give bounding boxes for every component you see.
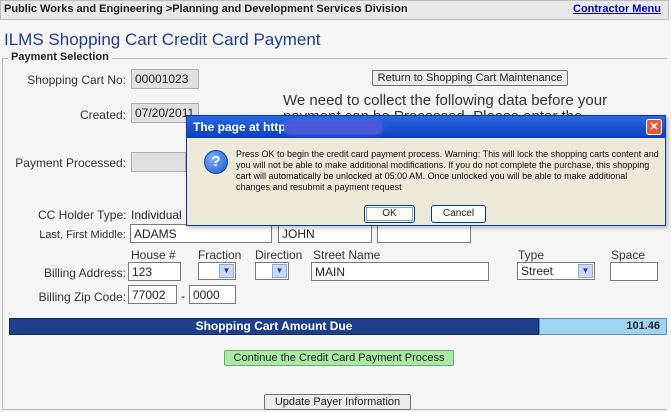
billing-zip-label: Billing Zip Code: xyxy=(38,290,126,304)
space-input[interactable] xyxy=(610,262,658,281)
street-type-select[interactable]: Street ▼ xyxy=(517,262,595,280)
amount-due-value: 101.46 xyxy=(539,318,667,335)
zip4-input[interactable]: 0000 xyxy=(189,285,236,304)
instruction-line-1: We need to collect the following data be… xyxy=(283,92,608,109)
street-type-header: Type xyxy=(518,248,545,262)
house-number-header: House # xyxy=(131,248,176,262)
fraction-select[interactable]: ▼ xyxy=(198,262,236,280)
amount-due-label: Shopping Cart Amount Due xyxy=(195,319,353,333)
house-number-input[interactable]: 123 xyxy=(128,262,181,281)
space-header: Space xyxy=(611,248,646,262)
cc-holder-type-label: CC Holder Type: xyxy=(38,208,127,222)
chevron-down-icon: ▼ xyxy=(272,264,287,278)
middle-name-input[interactable] xyxy=(377,224,471,243)
created-label: Created: xyxy=(79,108,126,122)
chevron-down-icon: ▼ xyxy=(219,264,234,278)
dialog-message: Press OK to begin the credit card paymen… xyxy=(236,149,659,192)
continue-payment-button[interactable]: Continue the Credit Card Payment Process xyxy=(224,350,454,366)
dialog-title: The page at http: xyxy=(193,120,290,134)
page-title: ILMS Shopping Cart Credit Card Payment xyxy=(4,30,321,49)
breadcrumb: Public Works and Engineering >Planning a… xyxy=(4,3,408,15)
direction-select[interactable]: ▼ xyxy=(255,262,289,280)
cart-no-field: 00001023 xyxy=(131,69,199,89)
name-label: Last, First Middle: xyxy=(39,229,126,241)
street-name-header: Street Name xyxy=(313,248,381,262)
payment-processed-label: Payment Processed: xyxy=(15,156,126,170)
street-name-input[interactable]: MAIN xyxy=(311,262,489,281)
chevron-down-icon: ▼ xyxy=(578,264,593,278)
question-icon: ? xyxy=(204,150,228,174)
billing-address-label: Billing Address: xyxy=(43,266,126,280)
close-icon[interactable]: ✕ xyxy=(646,119,662,135)
cc-holder-type-value: Individual xyxy=(131,208,182,222)
street-type-value: Street xyxy=(521,264,554,278)
direction-header: Direction xyxy=(255,248,303,262)
first-name-input[interactable]: JOHN xyxy=(278,224,372,243)
contractor-menu-link[interactable]: Contractor Menu xyxy=(573,3,661,15)
payment-processed-field xyxy=(131,152,186,172)
zip-input[interactable]: 77002 xyxy=(128,285,177,304)
return-to-cart-button[interactable]: Return to Shopping Cart Maintenance xyxy=(372,70,568,86)
redacted-url xyxy=(284,121,382,134)
ok-button[interactable]: OK xyxy=(364,205,415,223)
payment-selection-legend: Payment Selection xyxy=(8,51,112,63)
confirm-dialog: The page at http: ✕ ? Press OK to begin … xyxy=(186,115,666,226)
fraction-header: Fraction xyxy=(198,248,242,262)
cancel-button[interactable]: Cancel xyxy=(431,205,486,223)
last-name-input[interactable]: ADAMS xyxy=(130,224,272,243)
update-payer-button[interactable]: Update Payer Information xyxy=(264,394,411,410)
cart-no-label: Shopping Cart No: xyxy=(27,73,126,87)
zip-separator: - xyxy=(181,289,185,303)
